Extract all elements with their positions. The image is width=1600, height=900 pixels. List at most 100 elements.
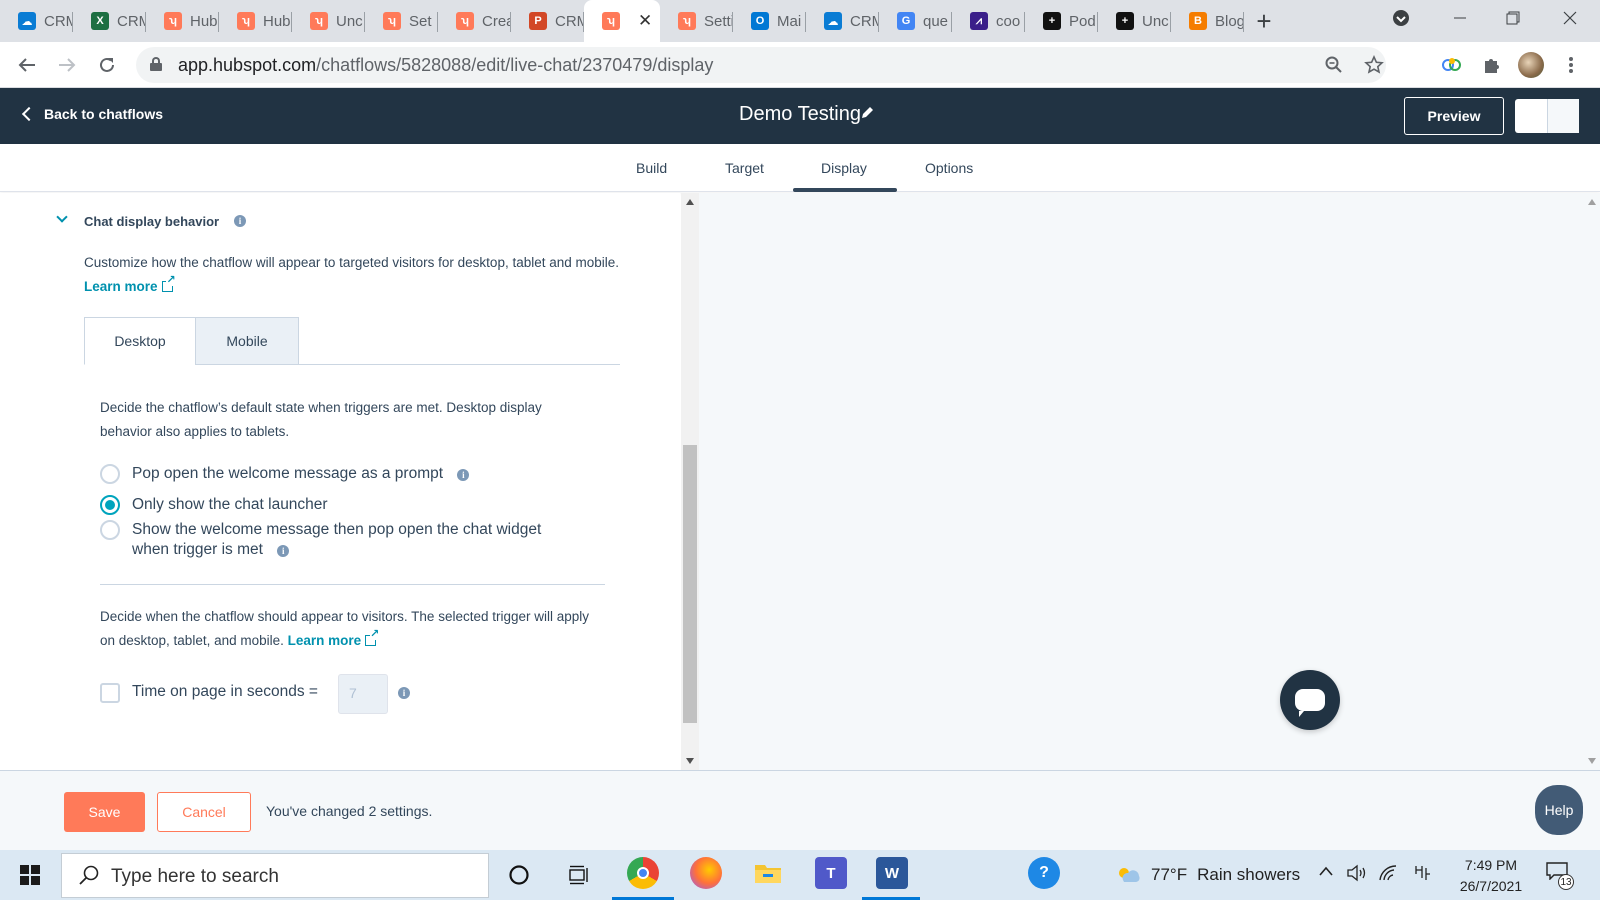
rain-cloud-icon [1119,868,1140,882]
restore-icon[interactable] [1498,0,1528,36]
chevron-down-icon[interactable] [56,211,68,223]
section-title[interactable]: Chat display behavior [84,214,219,229]
tab-label: coo [996,12,1021,30]
tab-mobile[interactable]: Mobile [195,317,299,365]
task-view-icon[interactable] [563,860,595,890]
trigger-learn-more-link[interactable]: Learn more [288,633,362,648]
browser-tab[interactable]: Gque [879,0,952,42]
extensions-puzzle-icon[interactable] [1479,52,1505,78]
teams-icon[interactable]: T [815,857,847,889]
notification-badge: 13 [1558,874,1574,890]
cortana-icon[interactable] [503,860,535,890]
close-window-icon[interactable] [1555,0,1585,36]
url-text[interactable]: app.hubspot.com/chatflows/5828088/edit/l… [178,55,713,76]
close-tab-icon[interactable]: ✕ [638,11,652,31]
chevron-up-icon[interactable] [1318,864,1334,882]
help-app-icon[interactable]: ? [1028,857,1060,889]
extension-colorful-icon[interactable] [1439,52,1465,78]
chat-launcher-button[interactable] [1280,670,1340,730]
trigger-text: Decide when the chatflow should appear t… [100,605,600,652]
browser-tab[interactable]: + Pod [1025,0,1098,42]
tab-favicon-icon: ʮ [602,12,620,30]
tab-search-icon[interactable] [1386,0,1416,36]
info-icon[interactable]: i [457,469,470,481]
browser-tab[interactable]: P CRM [511,0,584,42]
radio-option-launcher[interactable]: Only show the chat launcher [100,495,328,515]
radio-option-prompt[interactable]: Pop open the welcome message as a prompt… [100,464,470,484]
radio-prompt[interactable] [100,464,120,484]
info-icon[interactable]: i [234,215,246,227]
tab-desktop[interactable]: Desktop [84,317,196,365]
chrome-menu-icon[interactable] [1558,52,1584,78]
bookmark-star-icon[interactable] [1362,53,1386,77]
chrome-taskbar-icon[interactable] [627,857,659,889]
profile-avatar[interactable] [1518,52,1544,78]
tab-build[interactable]: Build [636,160,667,176]
external-link-icon [161,273,176,292]
preview-button[interactable]: Preview [1404,97,1504,135]
tab-target[interactable]: Target [725,160,764,176]
save-button[interactable]: Save [64,792,145,832]
tab-label: Crea [482,12,511,30]
zoom-icon[interactable] [1322,53,1346,77]
radio-option-welcome[interactable]: Show the welcome message then pop open t… [100,520,580,560]
browser-tab[interactable]: ʮ Hub [219,0,292,42]
learn-more-link[interactable]: Learn more [84,279,158,294]
browser-tab[interactable]: ☁ CRM [806,0,879,42]
browser-tab[interactable]: B Blog [1171,0,1244,42]
radio-welcome[interactable] [100,520,120,540]
tab-label: CRM [850,12,879,30]
notification-center-icon[interactable]: 13 [1546,862,1574,890]
help-button[interactable]: Help [1535,785,1583,835]
scrollbar-thumb[interactable] [683,445,697,723]
browser-tab[interactable]: X CRM [73,0,146,42]
browser-tab[interactable]: O Mai [733,0,806,42]
browser-tab[interactable]: ʮ Set [365,0,438,42]
wifi-icon[interactable] [1378,864,1398,887]
windows-start-icon[interactable] [20,865,40,885]
device-toggle-button[interactable] [1515,99,1579,133]
omnibox[interactable]: app.hubspot.com/chatflows/5828088/edit/l… [136,47,1386,83]
tab-display[interactable]: Display [821,160,867,176]
browser-tab[interactable]: ⩘ coo [952,0,1025,42]
volume-icon[interactable] [1346,864,1368,887]
radio-launcher[interactable] [100,495,120,515]
browser-tab[interactable]: ʮ Unc [292,0,365,42]
cancel-button[interactable]: Cancel [157,792,251,832]
browser-tab[interactable]: ʮ Setti [660,0,733,42]
scroll-down-arrow-icon[interactable] [686,758,694,764]
input-method-icon[interactable] [1412,864,1432,887]
time-on-page-checkbox[interactable] [100,683,120,703]
tab-options[interactable]: Options [925,160,973,176]
reload-icon[interactable] [93,51,121,79]
file-explorer-icon[interactable] [752,857,784,889]
tab-favicon-icon: ʮ [456,12,474,30]
browser-tab[interactable]: ☁ CRM [0,0,73,42]
system-clock[interactable]: 7:49 PM 26/7/2021 [1450,855,1532,897]
chat-bubble-icon [1295,689,1325,717]
scroll-up-arrow-icon[interactable] [1588,199,1596,205]
tab-label: Unc [1142,12,1169,30]
browser-tab-active[interactable]: ʮ ✕ [584,0,660,42]
browser-tab[interactable]: + Unc [1098,0,1171,42]
edit-pencil-icon[interactable] [860,105,875,125]
new-tab-button[interactable]: + [1244,0,1284,42]
browser-tab[interactable]: ʮ Crea [438,0,511,42]
weather-widget[interactable]: 77°F Rain showers [1115,864,1300,886]
scroll-up-arrow-icon[interactable] [686,199,694,205]
browser-tab[interactable]: ʮ Hub [146,0,219,42]
forward-arrow-icon[interactable] [53,51,81,79]
word-icon[interactable]: W [876,857,908,889]
info-icon[interactable]: i [277,545,290,557]
time-on-page-input[interactable]: 7 [338,674,388,714]
firefox-taskbar-icon[interactable] [690,857,722,889]
tab-favicon-icon: P [529,12,547,30]
settings-scrollbar[interactable] [681,193,699,770]
scroll-down-arrow-icon[interactable] [1588,758,1596,764]
back-arrow-icon[interactable] [13,51,41,79]
info-icon[interactable]: i [398,687,410,699]
taskbar-search-box[interactable]: Type here to search [61,853,489,898]
minimize-icon[interactable] [1445,0,1475,36]
radio-launcher-label: Only show the chat launcher [132,496,328,513]
preview-scrollbar[interactable] [1583,193,1600,770]
